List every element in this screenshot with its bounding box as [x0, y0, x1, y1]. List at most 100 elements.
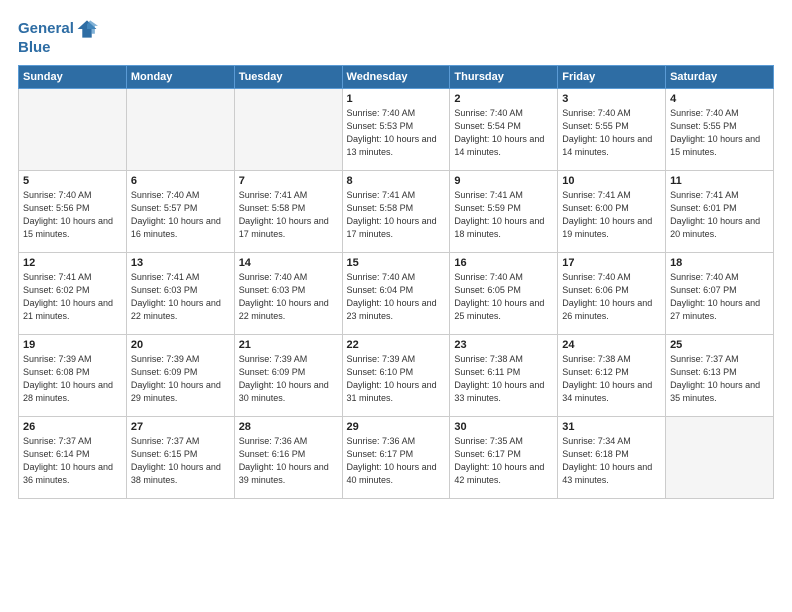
day-info: Sunrise: 7:41 AMSunset: 6:01 PMDaylight:…	[670, 189, 769, 241]
logo-text: General	[18, 21, 74, 38]
calendar-cell: 30 Sunrise: 7:35 AMSunset: 6:17 PMDayligh…	[450, 416, 558, 498]
day-info: Sunrise: 7:41 AMSunset: 5:58 PMDaylight:…	[347, 189, 446, 241]
day-number: 24	[562, 339, 661, 351]
day-number: 7	[239, 175, 338, 187]
day-info: Sunrise: 7:39 AMSunset: 6:08 PMDaylight:…	[23, 353, 122, 405]
day-number: 18	[670, 257, 769, 269]
calendar-cell: 17 Sunrise: 7:40 AMSunset: 6:06 PMDayligh…	[558, 252, 666, 334]
calendar-week-row: 12 Sunrise: 7:41 AMSunset: 6:02 PMDayligh…	[19, 252, 774, 334]
calendar-week-row: 5Sunrise: 7:40 AMSunset: 5:56 PMDaylight…	[19, 170, 774, 252]
day-info: Sunrise: 7:40 AMSunset: 6:03 PMDaylight:…	[239, 271, 338, 323]
day-info: Sunrise: 7:41 AMSunset: 6:02 PMDaylight:…	[23, 271, 122, 323]
calendar-week-row: 26 Sunrise: 7:37 AMSunset: 6:14 PMDayligh…	[19, 416, 774, 498]
day-number: 22	[347, 339, 446, 351]
header: General Blue	[18, 18, 774, 57]
day-info: Sunrise: 7:37 AMSunset: 6:15 PMDaylight:…	[131, 435, 230, 487]
calendar-cell: 20Sunrise: 7:39 AMSunset: 6:09 PMDayligh…	[126, 334, 234, 416]
day-number: 8	[347, 175, 446, 187]
page: General Blue SundayMondayTuesdayWednesda…	[0, 0, 792, 612]
day-number: 23	[454, 339, 553, 351]
day-number: 25	[670, 339, 769, 351]
calendar-cell	[234, 88, 342, 170]
calendar-header-thursday: Thursday	[450, 65, 558, 88]
calendar-cell: 14 Sunrise: 7:40 AMSunset: 6:03 PMDayligh…	[234, 252, 342, 334]
logo-blue: Blue	[18, 40, 98, 57]
day-info: Sunrise: 7:40 AMSunset: 5:54 PMDaylight:…	[454, 107, 553, 159]
day-number: 20	[131, 339, 230, 351]
day-number: 28	[239, 421, 338, 433]
calendar-cell: 7 Sunrise: 7:41 AMSunset: 5:58 PMDaylight…	[234, 170, 342, 252]
day-number: 9	[454, 175, 553, 187]
day-number: 2	[454, 93, 553, 105]
calendar-cell: 31Sunrise: 7:34 AMSunset: 6:18 PMDayligh…	[558, 416, 666, 498]
calendar-cell: 29 Sunrise: 7:36 AMSunset: 6:17 PMDayligh…	[342, 416, 450, 498]
calendar-cell: 10 Sunrise: 7:41 AMSunset: 6:00 PMDayligh…	[558, 170, 666, 252]
day-info: Sunrise: 7:39 AMSunset: 6:09 PMDaylight:…	[239, 353, 338, 405]
calendar-cell: 9 Sunrise: 7:41 AMSunset: 5:59 PMDaylight…	[450, 170, 558, 252]
day-info: Sunrise: 7:40 AMSunset: 6:06 PMDaylight:…	[562, 271, 661, 323]
day-number: 4	[670, 93, 769, 105]
day-info: Sunrise: 7:41 AMSunset: 6:03 PMDaylight:…	[131, 271, 230, 323]
day-info: Sunrise: 7:40 AMSunset: 5:55 PMDaylight:…	[670, 107, 769, 159]
day-number: 15	[347, 257, 446, 269]
calendar-cell	[126, 88, 234, 170]
day-number: 11	[670, 175, 769, 187]
day-number: 6	[131, 175, 230, 187]
day-number: 29	[347, 421, 446, 433]
day-info: Sunrise: 7:41 AMSunset: 6:00 PMDaylight:…	[562, 189, 661, 241]
calendar-cell	[666, 416, 774, 498]
day-number: 31	[562, 421, 661, 433]
day-info: Sunrise: 7:40 AMSunset: 6:07 PMDaylight:…	[670, 271, 769, 323]
day-number: 1	[347, 93, 446, 105]
calendar-cell: 28Sunrise: 7:36 AMSunset: 6:16 PMDayligh…	[234, 416, 342, 498]
day-info: Sunrise: 7:40 AMSunset: 6:04 PMDaylight:…	[347, 271, 446, 323]
day-number: 12	[23, 257, 122, 269]
calendar-header-tuesday: Tuesday	[234, 65, 342, 88]
calendar-cell: 16 Sunrise: 7:40 AMSunset: 6:05 PMDayligh…	[450, 252, 558, 334]
calendar-cell: 8 Sunrise: 7:41 AMSunset: 5:58 PMDaylight…	[342, 170, 450, 252]
day-number: 17	[562, 257, 661, 269]
calendar-cell: 24 Sunrise: 7:38 AMSunset: 6:12 PMDayligh…	[558, 334, 666, 416]
day-info: Sunrise: 7:38 AMSunset: 6:12 PMDaylight:…	[562, 353, 661, 405]
calendar-cell: 12 Sunrise: 7:41 AMSunset: 6:02 PMDayligh…	[19, 252, 127, 334]
day-info: Sunrise: 7:35 AMSunset: 6:17 PMDaylight:…	[454, 435, 553, 487]
calendar-cell: 6Sunrise: 7:40 AMSunset: 5:57 PMDaylight…	[126, 170, 234, 252]
day-info: Sunrise: 7:40 AMSunset: 5:53 PMDaylight:…	[347, 107, 446, 159]
day-number: 19	[23, 339, 122, 351]
calendar-cell: 4 Sunrise: 7:40 AMSunset: 5:55 PMDaylight…	[666, 88, 774, 170]
day-number: 16	[454, 257, 553, 269]
calendar-week-row: 1 Sunrise: 7:40 AMSunset: 5:53 PMDaylight…	[19, 88, 774, 170]
calendar-header-monday: Monday	[126, 65, 234, 88]
calendar-cell: 23 Sunrise: 7:38 AMSunset: 6:11 PMDayligh…	[450, 334, 558, 416]
day-number: 30	[454, 421, 553, 433]
calendar-cell: 22 Sunrise: 7:39 AMSunset: 6:10 PMDayligh…	[342, 334, 450, 416]
calendar-header-sunday: Sunday	[19, 65, 127, 88]
day-number: 26	[23, 421, 122, 433]
day-number: 10	[562, 175, 661, 187]
day-number: 21	[239, 339, 338, 351]
day-number: 27	[131, 421, 230, 433]
calendar-week-row: 19 Sunrise: 7:39 AMSunset: 6:08 PMDayligh…	[19, 334, 774, 416]
calendar-cell: 1 Sunrise: 7:40 AMSunset: 5:53 PMDaylight…	[342, 88, 450, 170]
calendar-cell	[19, 88, 127, 170]
calendar-header-row: SundayMondayTuesdayWednesdayThursdayFrid…	[19, 65, 774, 88]
calendar-cell: 27 Sunrise: 7:37 AMSunset: 6:15 PMDayligh…	[126, 416, 234, 498]
day-info: Sunrise: 7:40 AMSunset: 6:05 PMDaylight:…	[454, 271, 553, 323]
day-info: Sunrise: 7:41 AMSunset: 5:58 PMDaylight:…	[239, 189, 338, 241]
day-info: Sunrise: 7:38 AMSunset: 6:11 PMDaylight:…	[454, 353, 553, 405]
calendar-cell: 13 Sunrise: 7:41 AMSunset: 6:03 PMDayligh…	[126, 252, 234, 334]
calendar-cell: 21 Sunrise: 7:39 AMSunset: 6:09 PMDayligh…	[234, 334, 342, 416]
calendar-header-wednesday: Wednesday	[342, 65, 450, 88]
day-info: Sunrise: 7:36 AMSunset: 6:17 PMDaylight:…	[347, 435, 446, 487]
day-number: 13	[131, 257, 230, 269]
day-info: Sunrise: 7:37 AMSunset: 6:13 PMDaylight:…	[670, 353, 769, 405]
calendar-cell: 11 Sunrise: 7:41 AMSunset: 6:01 PMDayligh…	[666, 170, 774, 252]
day-number: 3	[562, 93, 661, 105]
calendar-cell: 19 Sunrise: 7:39 AMSunset: 6:08 PMDayligh…	[19, 334, 127, 416]
day-info: Sunrise: 7:41 AMSunset: 5:59 PMDaylight:…	[454, 189, 553, 241]
logo-icon	[76, 18, 98, 40]
calendar-cell: 5Sunrise: 7:40 AMSunset: 5:56 PMDaylight…	[19, 170, 127, 252]
day-number: 14	[239, 257, 338, 269]
day-info: Sunrise: 7:39 AMSunset: 6:10 PMDaylight:…	[347, 353, 446, 405]
day-info: Sunrise: 7:37 AMSunset: 6:14 PMDaylight:…	[23, 435, 122, 487]
